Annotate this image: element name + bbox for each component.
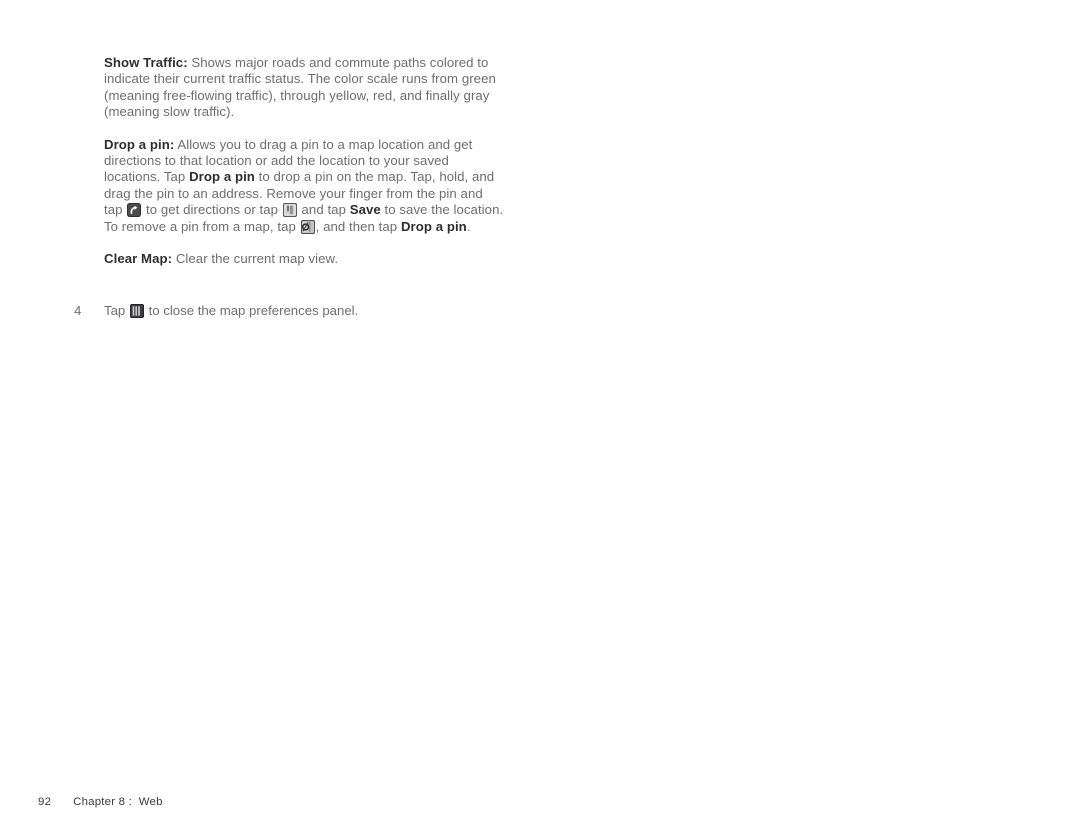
step-number: 4 (74, 303, 82, 318)
drop-a-pin-bold2: Save (349, 202, 381, 218)
close-panel-icon (129, 304, 144, 318)
drop-a-pin-part6: , and then tap (315, 218, 401, 234)
body-content: Show Traffic: Shows major roads and comm… (104, 55, 504, 267)
clear-map-body: Clear the current map view. (172, 251, 339, 267)
drop-a-pin-bold1: Drop a pin (189, 169, 255, 185)
step-text-before: Tap (104, 303, 129, 318)
directions-icon (127, 203, 142, 218)
remove-pin-icon (300, 219, 315, 234)
drop-a-pin-part3: to get directions or tap (142, 202, 282, 218)
drop-a-pin-part4: and tap (297, 202, 350, 218)
drop-a-pin-lead: Drop a pin: (104, 136, 175, 152)
paragraph-show-traffic: Show Traffic: Shows major roads and comm… (104, 55, 504, 121)
drop-a-pin-part7: . (466, 218, 471, 234)
step-text-after: to close the map preferences panel. (144, 303, 359, 318)
show-traffic-lead: Show Traffic: (104, 55, 188, 70)
step-text: Tap to close the map preferences panel. (104, 303, 504, 319)
paragraph-clear-map: Clear Map: Clear the current map view. (104, 251, 504, 267)
clear-map-lead: Clear Map: (104, 251, 173, 267)
document-page: Show Traffic: Shows major roads and comm… (0, 0, 1080, 834)
bookmark-icon (282, 203, 297, 218)
footer-chapter: Chapter 8 : Web (73, 796, 163, 808)
drop-a-pin-bold3: Drop a pin (400, 218, 467, 234)
paragraph-drop-a-pin: Drop a pin: Allows you to drag a pin to … (104, 137, 504, 235)
page-footer: 92 Chapter 8 : Web (38, 796, 163, 808)
footer-page-number: 92 (38, 796, 52, 808)
numbered-step-4: 4 Tap to close the map preferences panel… (74, 303, 504, 319)
